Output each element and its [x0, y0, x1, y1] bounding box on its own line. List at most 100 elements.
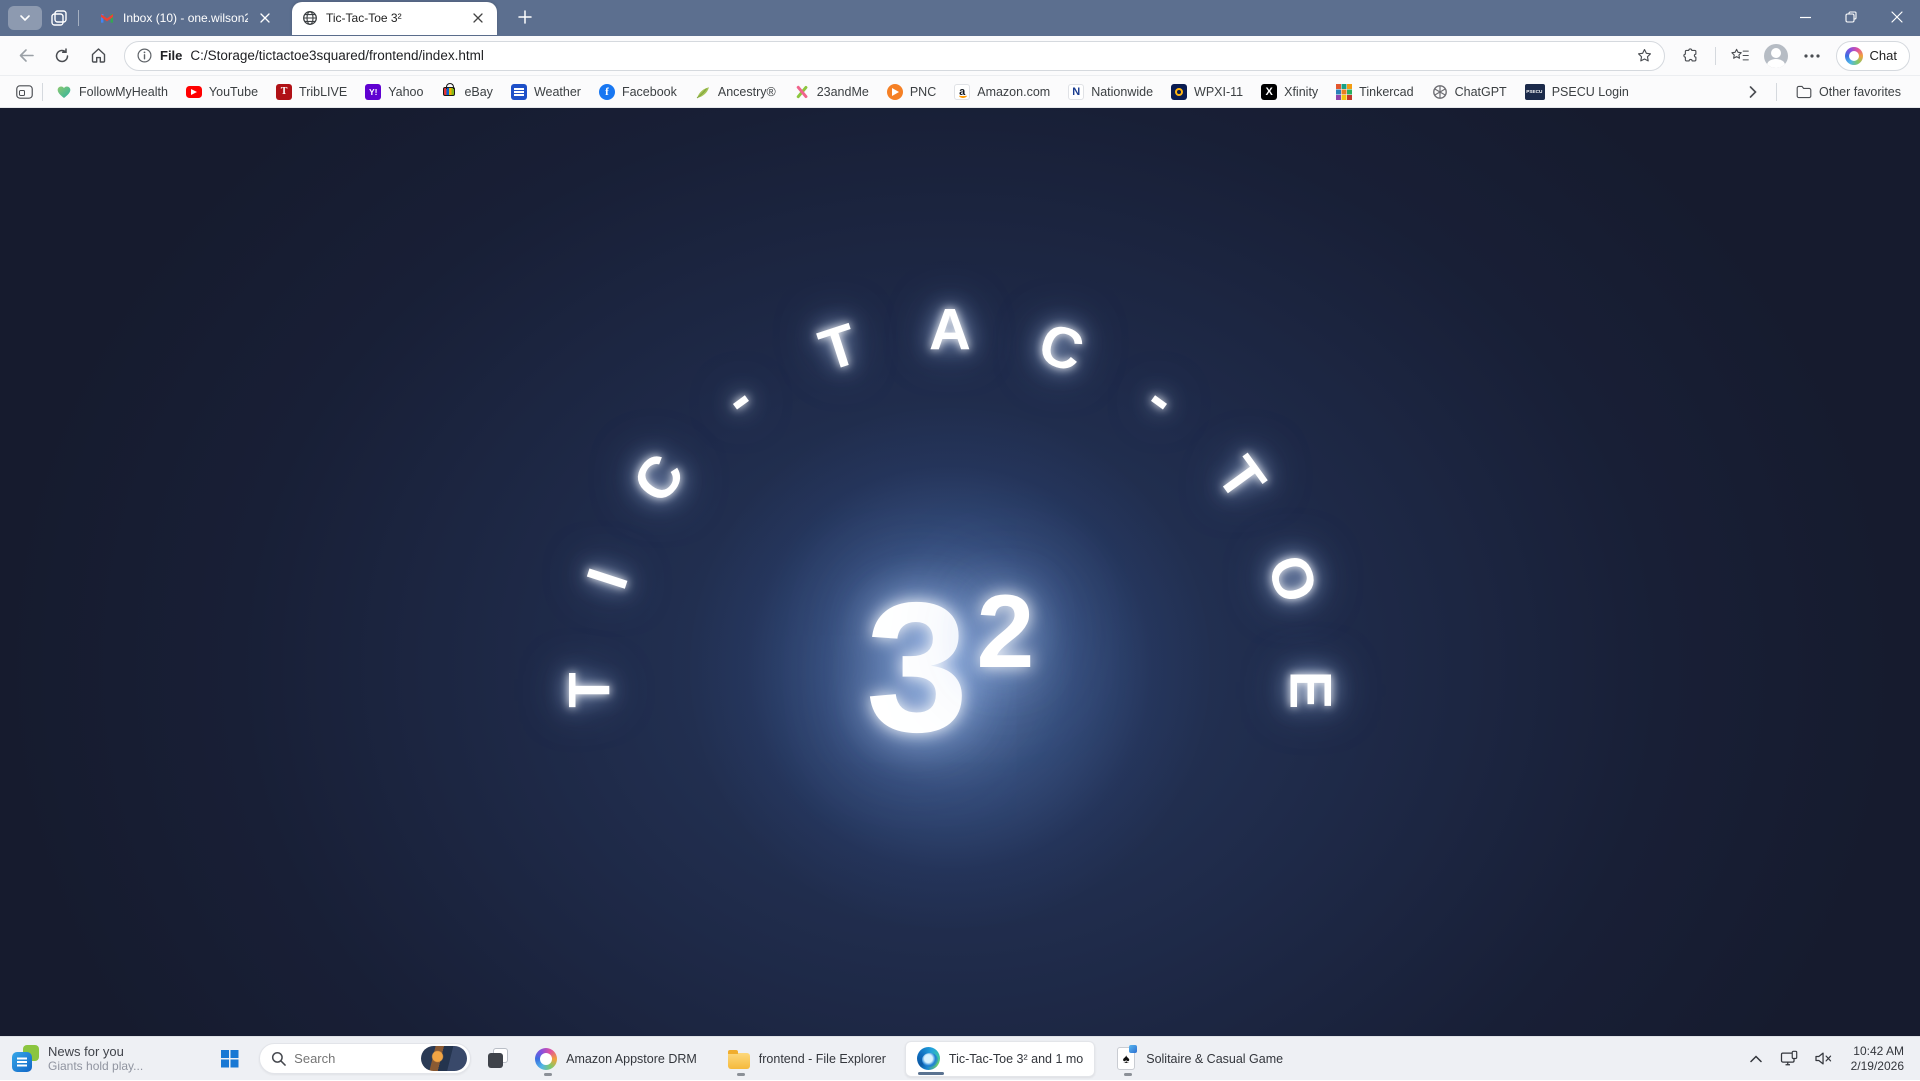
back-button[interactable]: [10, 40, 42, 72]
copilot-icon: [1845, 47, 1863, 65]
other-favorites-button[interactable]: Other favorites: [1787, 79, 1910, 105]
taskbar-app-edge-tictactoe[interactable]: Tic-Tac-Toe 3² and 1 mo: [905, 1041, 1095, 1077]
bookmark-wpxi[interactable]: WPXI-11: [1162, 79, 1252, 105]
ellipsis-icon: [1804, 54, 1820, 58]
taskbar-app-solitaire[interactable]: ♠ Solitaire & Casual Game: [1103, 1041, 1294, 1077]
taskbar-search[interactable]: [259, 1043, 471, 1074]
triblive-icon: T: [276, 84, 292, 100]
facebook-icon: f: [599, 84, 615, 100]
system-tray: 10:42 AM 2/19/2026: [1741, 1041, 1920, 1077]
edge-icon: [917, 1047, 940, 1070]
refresh-button[interactable]: [46, 40, 78, 72]
news-subtitle: Giants hold play...: [48, 1059, 143, 1074]
taskbar-app-label: frontend - File Explorer: [759, 1052, 886, 1066]
close-window-button[interactable]: [1874, 0, 1920, 34]
start-button[interactable]: [209, 1039, 249, 1079]
favorite-star-button[interactable]: [1632, 43, 1658, 69]
favorites-list-button[interactable]: [1724, 40, 1756, 72]
other-favorites-label: Other favorites: [1819, 85, 1901, 99]
news-title: News for you: [48, 1044, 143, 1059]
search-input[interactable]: [294, 1051, 413, 1066]
tab-title: Tic-Tac-Toe 3²: [326, 11, 461, 25]
home-button[interactable]: [82, 40, 114, 72]
tab-inbox[interactable]: Inbox (10) - one.wilson2m@gmail.com: [89, 0, 284, 36]
bookmark-pnc[interactable]: PNC: [878, 79, 945, 105]
restore-icon: [1845, 11, 1857, 23]
favorites-panel-button[interactable]: [10, 79, 38, 105]
bookmark-label: Xfinity: [1284, 85, 1318, 99]
bookmark-23andme[interactable]: 23andMe: [785, 79, 878, 105]
taskbar-app-amazon-appstore[interactable]: Amazon Appstore DRM: [523, 1041, 708, 1077]
workspaces-button[interactable]: [50, 9, 68, 27]
chevron-down-icon: [19, 12, 31, 24]
yahoo-icon: Y!: [365, 84, 381, 100]
minimize-button[interactable]: [1782, 0, 1828, 34]
news-widget-button[interactable]: News for you Giants hold play...: [0, 1037, 157, 1081]
bookmark-psecu[interactable]: PSECU PSECU Login: [1516, 79, 1638, 105]
bookmark-youtube[interactable]: YouTube: [177, 79, 267, 105]
bookmark-label: TribLIVE: [299, 85, 347, 99]
arc-letter: -: [1134, 366, 1189, 432]
title-3-squared: 32: [866, 562, 1035, 774]
bookmark-tinkercad[interactable]: Tinkercad: [1327, 79, 1422, 105]
tray-volume-button[interactable]: [1809, 1041, 1839, 1077]
bookmark-label: eBay: [464, 85, 493, 99]
restore-button[interactable]: [1828, 0, 1874, 34]
arc-letter: T: [1204, 444, 1279, 512]
bookmarks-overflow-button[interactable]: [1740, 79, 1766, 105]
arc-letter: A: [929, 297, 971, 364]
browser-toolbar: File C:/Storage/tictactoe3squared/fronte…: [0, 36, 1920, 76]
solitaire-card-icon: ♠: [1117, 1047, 1135, 1070]
tab-search-button[interactable]: [8, 6, 42, 30]
running-indicator: [1124, 1073, 1132, 1076]
toolbar-divider: [1715, 47, 1716, 65]
chevron-right-icon: [1749, 86, 1757, 98]
profile-button[interactable]: [1760, 40, 1792, 72]
avatar: [1764, 44, 1788, 68]
task-view-button[interactable]: [479, 1041, 515, 1077]
amazon-icon: a: [954, 84, 970, 100]
bookmark-label: Amazon.com: [977, 85, 1050, 99]
search-daily-image[interactable]: [421, 1046, 467, 1071]
bookmark-yahoo[interactable]: Y! Yahoo: [356, 79, 432, 105]
bookmark-nationwide[interactable]: N Nationwide: [1059, 79, 1162, 105]
settings-more-button[interactable]: [1796, 40, 1828, 72]
bookmark-ebay[interactable]: eBay: [432, 79, 502, 105]
bookmark-label: PSECU Login: [1552, 85, 1629, 99]
wpxi-icon: [1171, 84, 1187, 100]
title-base: 3: [866, 565, 969, 771]
tab-close-icon[interactable]: [256, 9, 274, 27]
chromosome-icon: [794, 84, 810, 100]
workspaces-icon: [50, 9, 68, 27]
star-icon: [1636, 47, 1653, 64]
clock[interactable]: 10:42 AM 2/19/2026: [1843, 1044, 1910, 1074]
new-tab-button[interactable]: [511, 3, 539, 31]
bookmark-amazon[interactable]: a Amazon.com: [945, 79, 1059, 105]
tab-close-icon[interactable]: [469, 9, 487, 27]
bookmarks-divider: [42, 83, 43, 101]
taskbar-app-file-explorer[interactable]: frontend - File Explorer: [716, 1041, 897, 1077]
taskbar-app-label: Solitaire & Casual Game: [1146, 1052, 1283, 1066]
bookmark-ancestry[interactable]: Ancestry®: [686, 79, 785, 105]
bookmark-chatgpt[interactable]: ChatGPT: [1423, 79, 1516, 105]
news-icon: [12, 1045, 39, 1072]
bookmark-weather[interactable]: Weather: [502, 79, 590, 105]
extensions-icon: [1682, 47, 1700, 65]
tab-tictactoe[interactable]: Tic-Tac-Toe 3²: [292, 2, 497, 35]
bookmark-facebook[interactable]: f Facebook: [590, 79, 686, 105]
extensions-button[interactable]: [1675, 40, 1707, 72]
copilot-swirl-icon: [535, 1048, 557, 1070]
copilot-chat-button[interactable]: Chat: [1836, 41, 1910, 71]
tray-overflow-button[interactable]: [1741, 1041, 1771, 1077]
bookmark-triblive[interactable]: T TribLIVE: [267, 79, 356, 105]
address-bar[interactable]: File C:/Storage/tictactoe3squared/fronte…: [124, 41, 1665, 71]
arc-letter: C: [1031, 309, 1092, 386]
active-running-indicator: [918, 1072, 944, 1075]
tray-devices-button[interactable]: [1775, 1041, 1805, 1077]
home-icon: [90, 47, 107, 64]
monitor-phone-icon: [1780, 1050, 1800, 1067]
tab-title: Inbox (10) - one.wilson2m@gmail.com: [123, 11, 248, 25]
pnc-icon: [887, 84, 903, 100]
bookmark-followmyhealth[interactable]: FollowMyHealth: [47, 79, 177, 105]
bookmark-xfinity[interactable]: X Xfinity: [1252, 79, 1327, 105]
